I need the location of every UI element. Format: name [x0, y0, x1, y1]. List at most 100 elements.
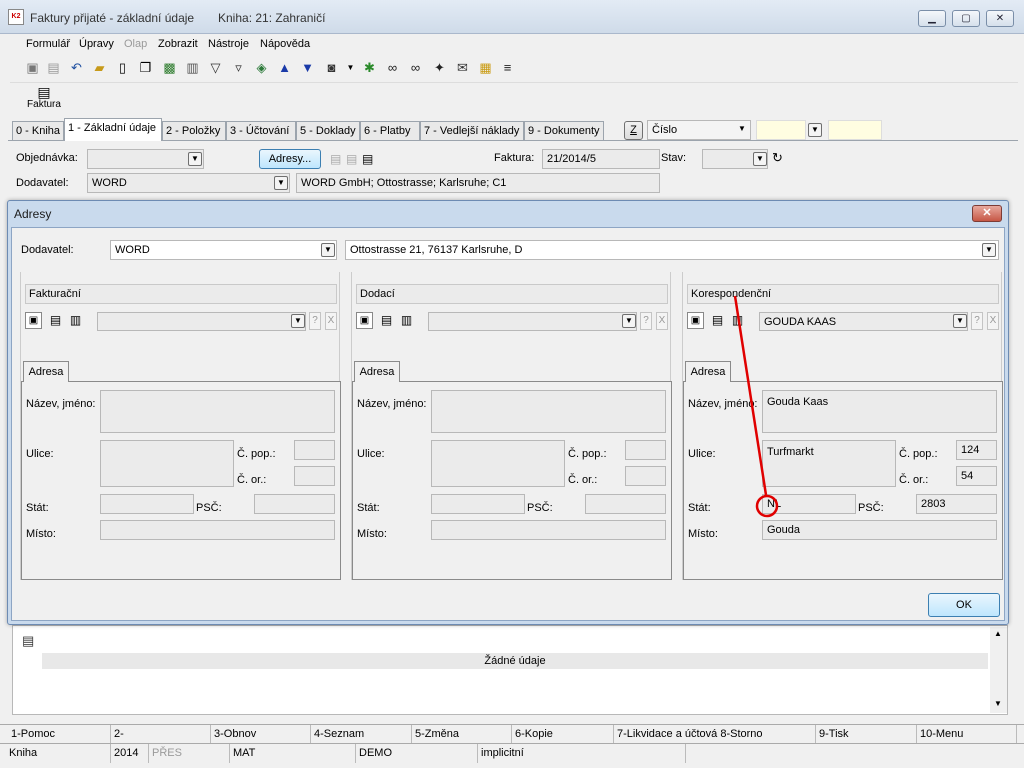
open-folder-icon[interactable]: ▰ — [91, 59, 108, 76]
menu-formular[interactable]: Formulář — [26, 38, 70, 50]
scroll-down-icon[interactable]: ▼ — [994, 699, 1002, 708]
filter-dropdown-icon[interactable]: ▼ — [808, 123, 822, 137]
copy-icon[interactable]: ❐ — [137, 59, 154, 76]
fkey-4[interactable]: 4-Seznam — [311, 725, 412, 744]
address-selector[interactable] — [428, 312, 637, 331]
address-book-icon[interactable]: ▣ — [25, 312, 42, 329]
lock-icon[interactable]: ▩ — [161, 59, 178, 76]
arrow-up-icon[interactable]: ▲ — [276, 59, 293, 76]
undo-icon[interactable]: ↶ — [68, 59, 85, 76]
ulice-field[interactable]: Turfmarkt — [762, 440, 896, 487]
close-button[interactable]: ✕ — [986, 10, 1014, 27]
notes-icon[interactable]: ▦ — [477, 59, 494, 76]
fkey-6[interactable]: 6-Kopie — [512, 725, 614, 744]
adresa-tab[interactable]: Adresa — [685, 361, 731, 382]
fkey-2[interactable]: 2- — [111, 725, 211, 744]
help-icon[interactable]: ? — [309, 312, 321, 330]
doc-icon[interactable]: ▤ — [362, 152, 373, 166]
list-icon[interactable]: ≡ — [499, 59, 516, 76]
psc-field[interactable] — [254, 494, 335, 514]
tab-vedlejsi-naklady[interactable]: 7 - Vedlejší náklady — [420, 121, 524, 140]
filter-field-2[interactable] — [828, 120, 882, 140]
tab-platby[interactable]: 6 - Platby — [360, 121, 420, 140]
address-selector-dropdown-icon[interactable]: ▼ — [291, 314, 305, 328]
fkey-10[interactable]: 10-Menu — [917, 725, 1017, 744]
binoculars-next-icon[interactable]: ∞ — [407, 59, 424, 76]
objednavka-select[interactable] — [87, 149, 204, 169]
tab-kniha[interactable]: 0 - Kniha — [12, 121, 64, 140]
address-edit-icon[interactable]: ▤ — [709, 312, 726, 329]
doc-grey-icon[interactable]: ▤ — [330, 152, 341, 166]
address-selector-dropdown-icon[interactable]: ▼ — [953, 314, 967, 328]
book-icon[interactable]: ▥ — [184, 59, 201, 76]
psc-field[interactable] — [585, 494, 666, 514]
dialog-close-button[interactable]: ✕ — [972, 205, 1002, 222]
dialog-dodavatel-select[interactable]: WORD — [110, 240, 337, 260]
cor-field[interactable] — [625, 466, 666, 486]
misto-field[interactable] — [100, 520, 335, 540]
adresy-button[interactable]: Adresy... — [259, 149, 321, 169]
objednavka-dropdown-icon[interactable]: ▼ — [188, 152, 202, 166]
ulice-field[interactable] — [100, 440, 234, 487]
clear-icon[interactable]: X — [987, 312, 999, 330]
dropdown-arrow-icon[interactable]: ▼ — [342, 59, 359, 76]
nazev-field[interactable] — [431, 390, 666, 433]
cpop-field[interactable] — [294, 440, 335, 460]
misto-field[interactable] — [431, 520, 666, 540]
doc-grey-2-icon[interactable]: ▤ — [346, 152, 357, 166]
menu-upravy[interactable]: Úpravy — [79, 38, 114, 50]
document-red-icon[interactable]: ▤ — [22, 633, 34, 649]
binoculars-icon[interactable]: ∞ — [384, 59, 401, 76]
fkey-7-8[interactable]: 7-Likvidace a účtová 8-Storno — [614, 725, 816, 744]
faktura-field[interactable]: 21/2014/5 — [542, 149, 660, 169]
address-selector-dropdown-icon[interactable]: ▼ — [622, 314, 636, 328]
cor-field[interactable]: 54 — [956, 466, 997, 486]
tab-doklady[interactable]: 5 - Doklady — [296, 121, 360, 140]
address-list-icon[interactable]: ▥ — [729, 312, 746, 329]
dodavatel-select[interactable]: WORD — [87, 173, 290, 193]
new-document-icon[interactable]: ▯ — [114, 59, 131, 76]
tab-dokumenty[interactable]: 9 - Dokumenty — [524, 121, 604, 140]
mail-icon[interactable]: ✉ — [454, 59, 471, 76]
adresa-tab[interactable]: Adresa — [23, 361, 69, 382]
ulice-field[interactable] — [431, 440, 565, 487]
stat-field[interactable] — [100, 494, 194, 514]
cpop-field[interactable] — [625, 440, 666, 460]
dialog-dodavatel-dropdown-icon[interactable]: ▼ — [321, 243, 335, 257]
lower-scrollbar[interactable]: ▲ ▼ — [990, 627, 1007, 713]
faktura-button[interactable]: ▤ Faktura — [24, 85, 64, 117]
z-button[interactable]: Z — [624, 121, 643, 140]
tools-icon[interactable]: ✦ — [431, 59, 448, 76]
menu-zobrazit[interactable]: Zobrazit — [158, 38, 198, 50]
run-icon[interactable]: ✱ — [361, 59, 378, 76]
fkey-9[interactable]: 9-Tisk — [816, 725, 917, 744]
minimize-button[interactable]: ▁ — [918, 10, 946, 27]
address-selector[interactable]: GOUDA KAAS — [759, 312, 968, 331]
save-icon[interactable]: ▣ — [24, 59, 41, 76]
address-list-icon[interactable]: ▥ — [67, 312, 84, 329]
help-icon[interactable]: ? — [640, 312, 652, 330]
dialog-address-dropdown-icon[interactable]: ▼ — [982, 243, 996, 257]
stav-dropdown-icon[interactable]: ▼ — [753, 152, 767, 166]
filter-icon[interactable]: ▽ — [207, 59, 224, 76]
tab-zakladni-udaje[interactable]: 1 - Základní údaje — [64, 118, 162, 141]
address-edit-icon[interactable]: ▤ — [378, 312, 395, 329]
filter-field[interactable] — [756, 120, 806, 140]
clear-icon[interactable]: X — [325, 312, 337, 330]
tab-polozky[interactable]: 2 - Položky — [162, 121, 226, 140]
clear-icon[interactable]: X — [656, 312, 668, 330]
dialog-dodavatel-address[interactable]: Ottostrasse 21, 76137 Karlsruhe, D — [345, 240, 999, 260]
address-book-icon[interactable]: ▣ — [356, 312, 373, 329]
maximize-button[interactable]: ▢ — [952, 10, 980, 27]
sort-dropdown-icon[interactable]: ▼ — [735, 123, 749, 137]
fkey-3[interactable]: 3-Obnov — [211, 725, 311, 744]
stack-icon[interactable]: ◈ — [253, 59, 270, 76]
cor-field[interactable] — [294, 466, 335, 486]
ok-button[interactable]: OK — [928, 593, 1000, 617]
help-icon[interactable]: ? — [971, 312, 983, 330]
nazev-field[interactable] — [100, 390, 335, 433]
adresa-tab[interactable]: Adresa — [354, 361, 400, 382]
psc-field[interactable]: 2803 — [916, 494, 997, 514]
address-edit-icon[interactable]: ▤ — [47, 312, 64, 329]
menu-nastroje[interactable]: Nástroje — [208, 38, 249, 50]
